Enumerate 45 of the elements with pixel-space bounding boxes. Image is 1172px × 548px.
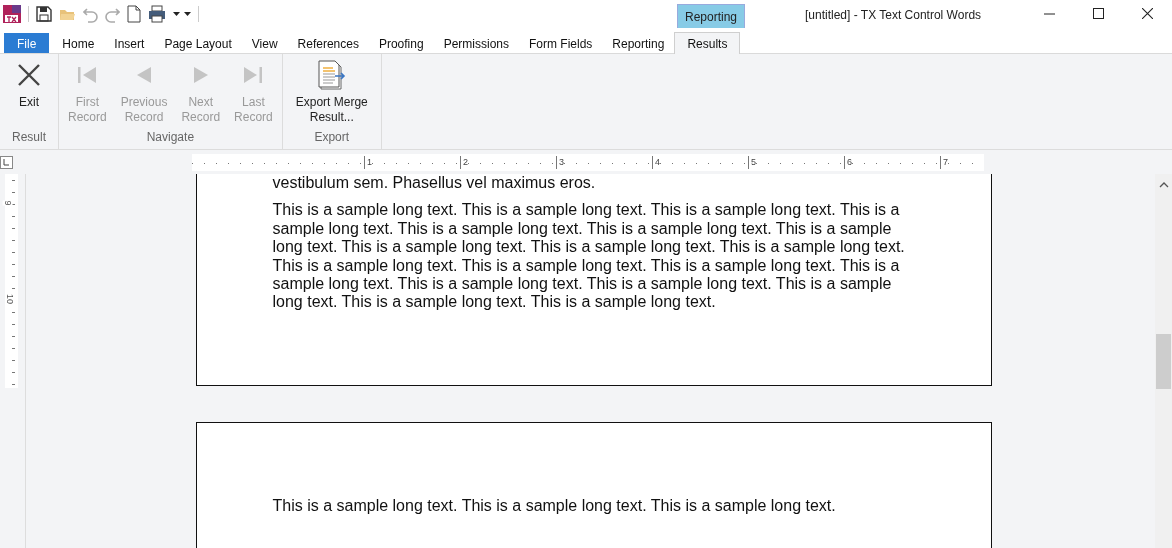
ribbon-button[interactable]: Export Merge Result... [288,60,375,129]
ribbon-tab[interactable]: Permissions [433,33,519,53]
ribbon-tab[interactable]: Proofing [368,33,434,53]
scrollbar[interactable] [1155,174,1172,548]
contextual-tab-label: Reporting [677,4,745,28]
ruler-number: 5 [751,156,756,167]
vertical-ruler[interactable]: 9 10 [5,174,18,388]
window-title: [untitled] - TX Text Control Words [805,8,982,22]
ruler-number: 1 [367,156,372,167]
ribbon-tab[interactable]: Form Fields [519,33,603,53]
dropdown-caret-icon[interactable] [173,9,191,19]
ribbon-button[interactable]: Exit [4,60,54,129]
ruler-number: 3 [559,156,564,167]
ribbon-tab[interactable]: Page Layout [154,33,242,53]
scrollbar-thumb[interactable] [1156,334,1171,389]
paragraph: This is a sample long text. This is a sample long text. This is a sample long text. [272,497,837,516]
maximize-icon[interactable] [1093,8,1104,19]
paragraph: vestibulum sem. Phasellus vel maximus eros. [272,174,597,193]
ruler-number: 4 [655,156,660,167]
ribbon-tab[interactable]: Insert [104,33,155,53]
close-x-icon [16,62,42,88]
group-label: Result [11,129,47,146]
paragraph: This is a sample long text. This is a sample long text. This is a sample long text. This is a sample long text. This is a sample long text. This is a sample long text. This is a sample long text. This is a sample long text. This is a sample long text. This is a sample long text. This is a sample long text. This is a sample long text. This is a sample long text. This is a sample long text. This is a sample long text. This is a sample long text. This is a sample long text. This is a sample long text. This is a sample long text. [272,201,906,312]
ruler-number: 9 [2,200,13,206]
close-icon[interactable] [1142,8,1153,19]
ribbon-tab[interactable]: References [287,33,369,53]
app-logo-icon [3,5,21,23]
ribbon-tab[interactable]: Home [52,33,105,53]
group-label: Navigate [145,129,196,146]
scroll-up-icon[interactable] [1158,181,1169,189]
ribbon-tab[interactable]: Results [674,32,741,54]
printer-icon[interactable] [148,5,166,23]
horizontal-ruler[interactable]: 1 2 3 4 5 6 7 [192,153,984,171]
file-tab[interactable]: File [4,33,50,53]
document-arrow-icon [316,59,347,91]
ruler-number: 6 [847,156,852,167]
save-icon[interactable] [36,6,52,22]
group-label: Export [313,129,351,146]
ribbon-tab[interactable]: Reporting [602,33,675,53]
tab-stop-selector-icon[interactable] [0,155,13,169]
ruler-number: 10 [5,294,15,304]
ruler-number: 7 [943,156,948,167]
new-document-icon[interactable] [127,5,141,23]
ruler-number: 2 [463,156,468,167]
ribbon-tab[interactable]: View [241,33,288,53]
